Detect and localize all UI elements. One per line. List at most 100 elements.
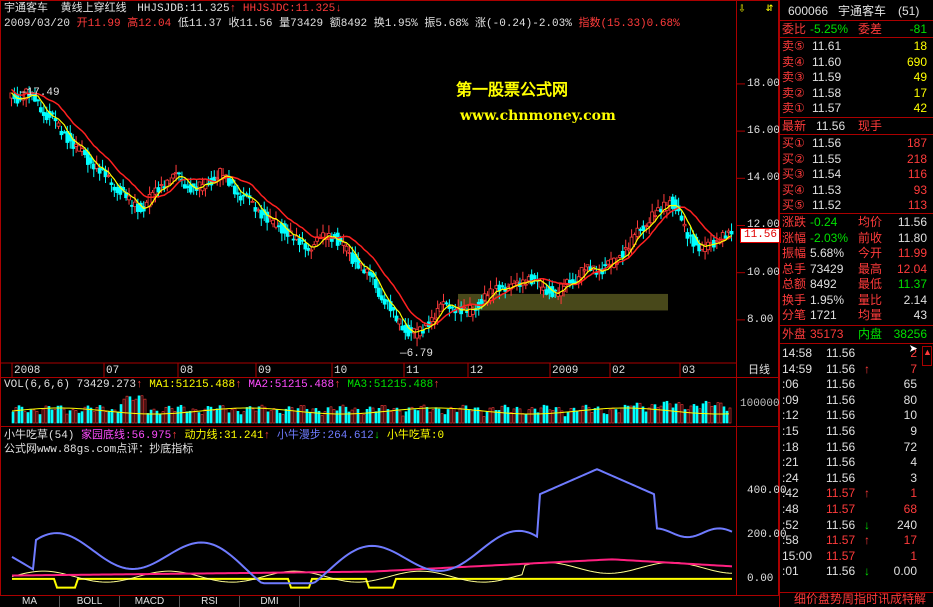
volume-bar — [374, 411, 378, 424]
volume-bar — [554, 407, 558, 424]
candle-body — [532, 275, 537, 280]
volume-bar — [350, 409, 354, 424]
indicator-tab[interactable]: DMI — [240, 596, 300, 607]
candle-body — [432, 318, 437, 322]
high-mark: —17.49 — [20, 87, 60, 99]
stat-value: 73429 — [810, 261, 844, 276]
indicator-tabs: MA BOLL MACD RSI DMI — [0, 596, 779, 607]
volume-bar — [239, 414, 243, 424]
volume-bar — [692, 404, 696, 424]
stat-value: 2.14 — [903, 292, 927, 307]
tick-price: 11.57 — [826, 548, 856, 563]
tick-scroll-button[interactable]: ▲ — [922, 346, 932, 366]
candle-body — [462, 306, 466, 309]
buy-label: 买② — [782, 151, 805, 166]
volume-bar — [221, 405, 225, 424]
volume-bar — [275, 409, 279, 424]
volume-bar — [659, 405, 663, 424]
sell-row: 卖④ 11.60 690 — [780, 55, 933, 70]
high-mark-label: 17.49 — [26, 87, 60, 99]
low-mark-label: 6.79 — [406, 348, 434, 360]
indicator-tab[interactable]: MACD — [120, 596, 180, 607]
latest-label: 最新 — [782, 119, 807, 133]
candle-body — [56, 122, 61, 127]
volume-bar — [302, 405, 306, 424]
candle-body — [235, 192, 240, 195]
tick-time: :52 — [782, 517, 799, 532]
stat-label: 最低 — [858, 277, 883, 291]
volume-bar — [581, 405, 585, 424]
tick-time: :15 — [782, 424, 799, 438]
stats-row: 振幅 5.68% 今开 11.99 — [780, 246, 933, 261]
volume-bar — [11, 411, 15, 424]
volume-bar — [551, 410, 555, 424]
tick-volume: 9 — [910, 424, 917, 438]
volume-bar — [590, 412, 594, 424]
candle-body — [109, 182, 114, 185]
candle-body — [538, 280, 543, 288]
volume-bar — [365, 409, 369, 424]
volume-bar — [710, 405, 714, 424]
volume-bar — [662, 401, 666, 424]
sell-label: 卖③ — [782, 70, 805, 84]
volume-bar — [362, 414, 366, 424]
tick-arrow-icon: ↑ — [864, 361, 870, 376]
candle-body — [309, 249, 314, 252]
volume-bar — [524, 414, 528, 424]
volume-bar — [527, 409, 531, 424]
volume-bar — [41, 408, 45, 424]
price-chart — [0, 83, 745, 377]
candle-body — [620, 250, 625, 258]
tick-price: 11.56 — [826, 377, 856, 392]
volume-bar — [179, 404, 183, 424]
volume-bar — [164, 406, 168, 424]
bottom-text[interactable]: 细价盘势周指时讯成特解 — [794, 592, 926, 607]
tick-row: :06 11.56 65 — [780, 377, 933, 392]
buy-label: 买⑤ — [782, 198, 805, 212]
tick-time: :42 — [782, 486, 799, 501]
volume-bar — [71, 409, 75, 424]
volume-bar — [248, 406, 252, 424]
buy-price: 11.53 — [812, 182, 842, 197]
stock-code: 600066 — [788, 4, 829, 18]
volume-bar — [491, 407, 495, 424]
indicator-tab[interactable]: BOLL — [60, 596, 120, 607]
volume-bar — [278, 412, 282, 424]
download-icon[interactable]: ⇩ — [738, 2, 746, 15]
buy-row: 买④ 11.53 93 — [780, 183, 933, 198]
scroll-icon[interactable]: ⇵ — [766, 2, 773, 15]
volume-bar — [17, 405, 21, 424]
volume-bar — [284, 408, 288, 424]
volume-bar — [410, 406, 414, 424]
xiaoniu-manbu-line — [11, 468, 733, 585]
candle-body — [515, 280, 519, 284]
volume-bar — [287, 406, 291, 424]
volume-bar — [608, 409, 612, 424]
volume-bar — [242, 411, 246, 424]
sell-volume: 18 — [913, 39, 927, 53]
volume-bar — [389, 411, 393, 424]
tick-arrow-icon: ↓ — [864, 564, 870, 579]
volume-bar — [212, 410, 216, 424]
volume-bar — [68, 410, 72, 424]
stat-value: 5.68% — [810, 246, 845, 260]
buy-price: 11.56 — [812, 136, 842, 150]
indicator-tab[interactable]: MA — [0, 596, 60, 607]
indicator-tab[interactable]: RSI — [180, 596, 240, 607]
tick-row: :18 11.56 72 — [780, 440, 933, 455]
waipan-label: 外盘 — [782, 327, 807, 341]
candle-body — [579, 267, 584, 279]
volume-bar — [611, 407, 615, 424]
candle-body — [450, 306, 455, 309]
sell-price: 11.61 — [812, 39, 842, 53]
volume-bar — [200, 414, 204, 424]
volume-bar — [326, 407, 330, 424]
candle-body — [582, 269, 587, 272]
volume-bar — [101, 406, 105, 424]
volume-bar — [230, 409, 234, 424]
weibi-row: 委比 -5.25% 委差 -81 — [780, 22, 933, 37]
volume-bar — [272, 408, 276, 424]
tick-price: 11.56 — [826, 517, 856, 532]
period-label[interactable]: 日线 — [748, 365, 770, 378]
volume-bar — [65, 413, 69, 424]
